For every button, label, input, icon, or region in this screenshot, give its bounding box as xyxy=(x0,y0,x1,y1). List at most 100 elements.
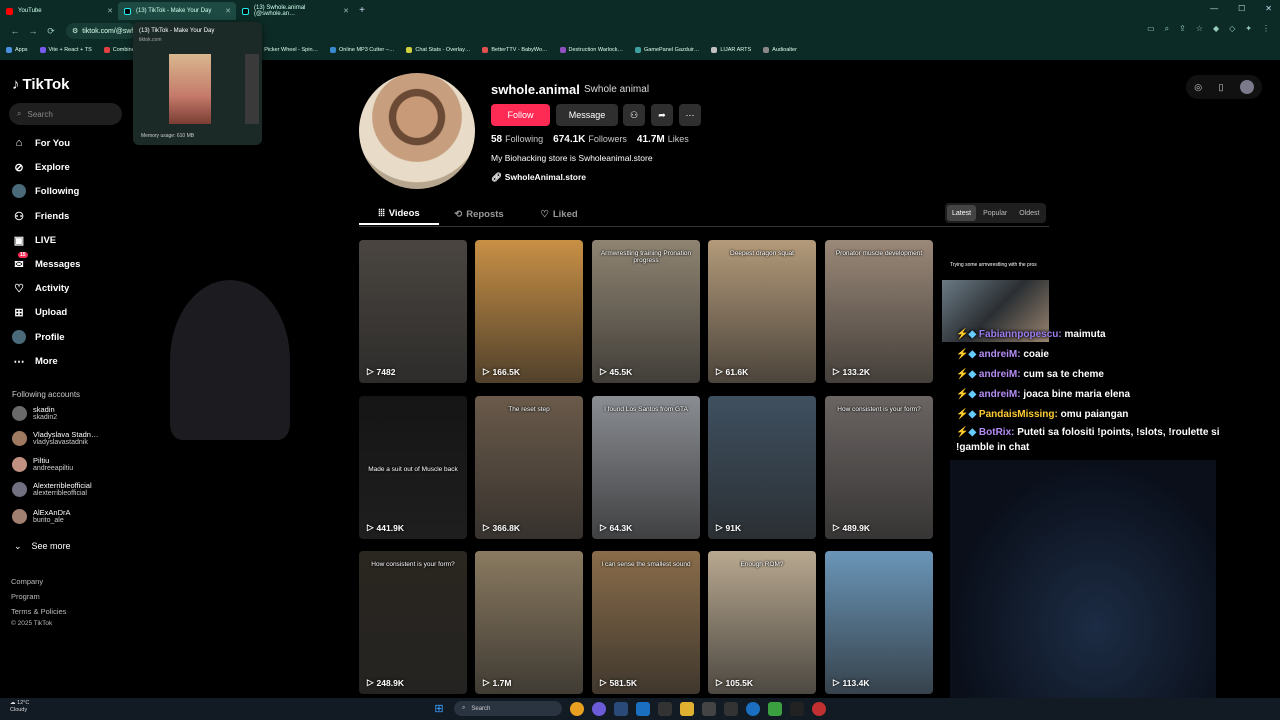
video-thumbnail[interactable]: How consistent is your form? ▷ 489.9K xyxy=(825,396,933,539)
vscode-icon[interactable] xyxy=(636,701,650,716)
video-thumbnail[interactable]: I found Los Santos from GTA ▷ 64.3K xyxy=(592,396,700,539)
capcut-icon[interactable] xyxy=(658,701,672,716)
share-icon[interactable]: ⇪ xyxy=(1179,24,1186,34)
forward-icon[interactable]: → xyxy=(24,26,42,36)
follow-button[interactable]: Follow xyxy=(491,104,550,126)
tab-reposts[interactable]: ⟲ Reposts xyxy=(439,203,519,225)
sort-popular[interactable]: Popular xyxy=(978,205,1012,221)
footer-terms[interactable]: Terms & Policies xyxy=(11,607,66,616)
tab-liked[interactable]: ♡ Liked xyxy=(519,203,599,225)
sidebar-item-profile[interactable]: Profile xyxy=(12,330,65,344)
video-thumbnail[interactable]: Deepest dragon squat ▷ 61.6K xyxy=(708,240,816,383)
bookmark-item[interactable]: Destruction Warlock… xyxy=(559,47,623,53)
video-thumbnail[interactable]: ▷ 91K xyxy=(708,396,816,539)
back-icon[interactable]: ← xyxy=(6,26,24,36)
site-info-icon[interactable]: ⚙ xyxy=(72,27,78,35)
profile-link[interactable]: 🔗︎ SwholeAnimal.store xyxy=(491,172,586,183)
sidebar-item-explore[interactable]: ⊘ Explore xyxy=(12,160,69,174)
sort-oldest[interactable]: Oldest xyxy=(1014,205,1044,221)
teamviewer-icon[interactable] xyxy=(746,701,760,716)
chrome-icon[interactable] xyxy=(570,701,584,716)
following-account[interactable]: Vladyslava Stadn… vladyslavastadnik xyxy=(12,430,98,446)
bookmark-item[interactable]: Picker Wheel - Spin… xyxy=(255,47,318,53)
minimize-icon[interactable]: — xyxy=(1210,4,1218,13)
bookmark-item[interactable]: Online MP3 Cutter –… xyxy=(330,47,394,53)
maximize-icon[interactable]: ☐ xyxy=(1238,4,1245,13)
coins-icon[interactable]: ◎ xyxy=(1194,82,1202,93)
close-icon[interactable]: ✕ xyxy=(343,7,349,15)
app-icon[interactable] xyxy=(724,701,738,716)
sidebar-item-live[interactable]: ▣ LIVE xyxy=(12,233,56,247)
see-more-button[interactable]: ⌄ See more xyxy=(14,541,71,552)
close-icon[interactable]: ✕ xyxy=(107,7,113,15)
video-thumbnail[interactable]: ▷ 166.5K xyxy=(475,240,583,383)
new-tab-button[interactable]: + xyxy=(354,5,370,16)
sidebar-item-more[interactable]: ⋯ More xyxy=(12,354,58,368)
xbox-icon[interactable] xyxy=(768,701,782,716)
tab-youtube[interactable]: YouTube ✕ xyxy=(0,2,118,20)
device-icon[interactable]: ▯ xyxy=(1218,82,1223,93)
following-account[interactable]: AlExAnDrA burito_ale xyxy=(12,508,71,524)
following-stat[interactable]: 58 Following xyxy=(491,134,543,145)
windows-start-icon[interactable]: ⊞ xyxy=(432,702,446,716)
video-thumbnail[interactable]: Armwrestling training Pronation progress… xyxy=(592,240,700,383)
epic-games-icon[interactable] xyxy=(702,701,716,716)
video-thumbnail[interactable]: ▷ 113.4K xyxy=(825,551,933,694)
taskbar-search[interactable]: ⌕ Search xyxy=(454,701,562,716)
discord-icon[interactable] xyxy=(592,701,606,716)
sidebar-item-messages[interactable]: ✉ 15 Messages xyxy=(12,252,80,271)
following-account[interactable]: Alexterribleofficial alexterribleofficial xyxy=(12,481,92,497)
profile-avatar[interactable] xyxy=(359,73,475,189)
zoom-icon[interactable]: ⌕ xyxy=(1165,24,1169,34)
weather-widget[interactable]: ☁ 12°C Cloudy xyxy=(10,700,29,714)
bookmark-item[interactable]: Apps xyxy=(6,47,28,53)
extensions-puzzle-icon[interactable]: ✦ xyxy=(1245,24,1252,34)
app-icon[interactable] xyxy=(812,701,826,716)
video-thumbnail[interactable]: How consistent is your form? ▷ 248.9K xyxy=(359,551,467,694)
sidebar-item-friends[interactable]: ⚇ Friends xyxy=(12,209,69,223)
close-window-icon[interactable]: ✕ xyxy=(1265,4,1272,13)
sidebar-item-upload[interactable]: ⊞ Upload xyxy=(12,305,67,319)
bookmark-star-icon[interactable]: ☆ xyxy=(1196,24,1203,34)
video-thumbnail[interactable]: The reset step ▷ 366.8K xyxy=(475,396,583,539)
reload-icon[interactable]: ⟳ xyxy=(42,26,60,37)
bookmark-item[interactable]: GamePanel Gazduir… xyxy=(635,47,699,53)
sidebar-item-for-you[interactable]: ⌂ For You xyxy=(12,136,70,150)
address-bar[interactable]: ⚙ tiktok.com/@swh xyxy=(66,23,136,39)
extension-icon[interactable]: ◆ xyxy=(1213,24,1219,34)
bookmark-item[interactable]: Audioalter xyxy=(763,47,797,53)
share-icon[interactable]: ➦ xyxy=(651,104,673,126)
followers-stat[interactable]: 674.1K Followers xyxy=(553,134,627,145)
message-button[interactable]: Message xyxy=(556,104,618,126)
tab-tiktok-profile[interactable]: (13) Swhole.animal (@swhole.an… ✕ xyxy=(236,2,354,20)
footer-company[interactable]: Company xyxy=(11,577,43,586)
sidebar-item-following[interactable]: Following xyxy=(12,184,79,198)
search-input[interactable]: ⌕ Search xyxy=(9,103,122,125)
obs-icon[interactable] xyxy=(790,701,804,716)
bookmark-item[interactable]: LIJAR ARTS xyxy=(711,47,751,53)
close-icon[interactable]: ✕ xyxy=(225,7,231,15)
file-explorer-icon[interactable] xyxy=(680,701,694,716)
tab-tiktok-home[interactable]: (13) TikTok - Make Your Day ✕ xyxy=(118,2,236,20)
video-thumbnail[interactable]: Made a suit out of Muscle back ▷ 441.9K xyxy=(359,396,467,539)
sidebar-item-activity[interactable]: ♡ Activity xyxy=(12,281,69,295)
following-account[interactable]: Piltiu andreeapiltiu xyxy=(12,456,73,472)
bookmark-item[interactable]: BetterTTV - BabyWo… xyxy=(482,47,548,53)
menu-icon[interactable]: ⋮ xyxy=(1262,24,1270,34)
footer-program[interactable]: Program xyxy=(11,592,40,601)
following-account[interactable]: skadin skadin2 xyxy=(12,405,57,421)
extension-icon[interactable]: ◇ xyxy=(1229,24,1235,34)
bookmark-item[interactable]: Chat Stats - Overlay… xyxy=(406,47,470,53)
add-friend-icon[interactable]: ⚇ xyxy=(623,104,645,126)
cast-icon[interactable]: ▭ xyxy=(1147,24,1155,34)
video-thumbnail[interactable]: Enough ROM? ▷ 105.5K xyxy=(708,551,816,694)
bookmark-item[interactable]: Vite + React + TS xyxy=(39,47,92,53)
video-thumbnail[interactable]: I can sense the smallest sound ▷ 581.5K xyxy=(592,551,700,694)
video-thumbnail[interactable]: Pronator muscle development ▷ 133.2K xyxy=(825,240,933,383)
tab-videos[interactable]: ⦙⦙⦙ Videos xyxy=(359,203,439,225)
tiktok-logo[interactable]: ♪ TikTok xyxy=(12,76,69,93)
user-avatar[interactable] xyxy=(1239,80,1254,94)
video-thumbnail[interactable]: ▷ 1.7M xyxy=(475,551,583,694)
sort-latest[interactable]: Latest xyxy=(947,205,977,221)
video-thumbnail[interactable]: ▷ 7482 xyxy=(359,240,467,383)
